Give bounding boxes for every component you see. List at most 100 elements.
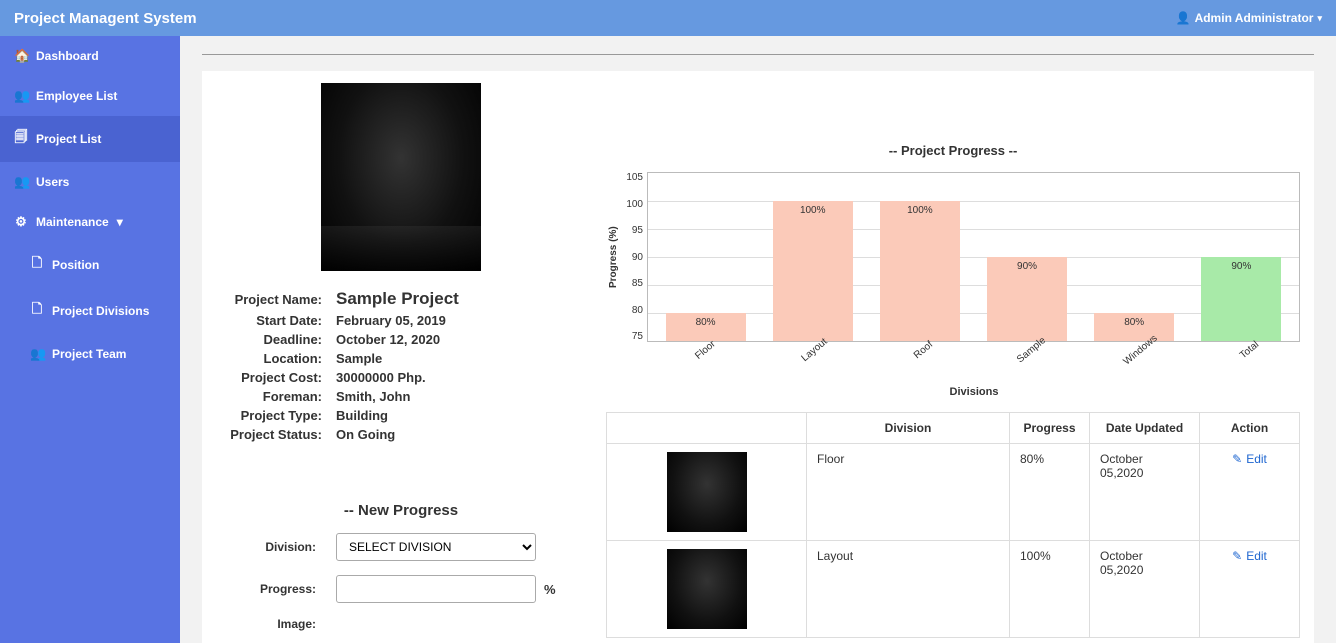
table-cell-date: October 05,2020 <box>1090 541 1200 638</box>
chart-title: -- Project Progress -- <box>606 143 1300 158</box>
progress-input[interactable] <box>336 575 536 603</box>
foreman-value: Smith, John <box>336 389 410 404</box>
users-icon: 👥 <box>14 88 28 104</box>
project-type-value: Building <box>336 408 388 423</box>
users-icon: 👥 <box>14 174 28 190</box>
chart-y-tick: 80 <box>621 305 643 316</box>
table-cell-division: Floor <box>807 444 1010 541</box>
progress-table: Division Progress Date Updated Action Fl… <box>606 412 1300 638</box>
table-cell-division: Layout <box>807 541 1010 638</box>
table-row: Layout100%October 05,2020✎Edit <box>607 541 1300 638</box>
chart-y-tick: 75 <box>621 331 643 342</box>
sidebar-item-label: Maintenance <box>36 215 109 229</box>
table-cell-image <box>607 444 807 541</box>
sidebar-sub-project-team[interactable]: 👥 Project Team <box>0 334 180 374</box>
table-cell-action: ✎ Edit <box>1200 541 1300 638</box>
progress-panel: -- Project Progress -- Progress (%) 1051… <box>606 83 1300 638</box>
table-cell-action: ✎ Edit <box>1200 444 1300 541</box>
project-card: Project Name: Sample Project Start Date:… <box>202 71 1314 643</box>
project-info-panel: Project Name: Sample Project Start Date:… <box>216 83 586 643</box>
deadline-value: October 12, 2020 <box>336 332 440 347</box>
edit-label: Edit <box>1246 452 1267 466</box>
table-header-date: Date Updated <box>1090 413 1200 444</box>
table-header-action: Action <box>1200 413 1300 444</box>
table-cell-image <box>607 541 807 638</box>
file-icon: 🗋 <box>30 300 44 322</box>
sidebar-item-employee-list[interactable]: 👥 Employee List <box>0 76 180 116</box>
chart-y-tick: 85 <box>621 278 643 289</box>
sidebar-item-label: Project Divisions <box>52 304 149 318</box>
chart-y-tick: 90 <box>621 252 643 263</box>
division-thumbnail <box>667 452 747 532</box>
progress-label: Progress: <box>216 582 336 596</box>
main-content: Project Name: Sample Project Start Date:… <box>180 36 1336 643</box>
project-image <box>321 83 481 271</box>
copy-icon: 🗐 <box>14 128 28 150</box>
caret-down-icon: ▾ <box>1317 13 1322 24</box>
start-date-label: Start Date: <box>216 313 336 328</box>
chart: Progress (%) 1051009590858075 80%100%100… <box>606 172 1300 342</box>
brand-title: Project Managent System <box>14 10 197 27</box>
table-header-progress: Progress <box>1010 413 1090 444</box>
sidebar-item-label: Project List <box>36 132 101 146</box>
project-name-label: Project Name: <box>216 292 336 307</box>
chart-y-ticks: 105 100 95 90 85 80 75 <box>621 172 647 342</box>
sidebar-item-label: Employee List <box>36 89 117 103</box>
project-cost-label: Project Cost: <box>216 370 336 385</box>
chart-bar-label: 90% <box>1201 261 1281 272</box>
chart-bar-label: 100% <box>773 205 853 216</box>
location-label: Location: <box>216 351 336 366</box>
pencil-icon: ✎ <box>1232 549 1242 563</box>
sidebar-sub-position[interactable]: 🗋 Position <box>0 242 180 288</box>
division-select[interactable]: SELECT DIVISION <box>336 533 536 561</box>
deadline-label: Deadline: <box>216 332 336 347</box>
chart-y-tick: 100 <box>621 199 643 210</box>
sidebar-item-users[interactable]: 👥 Users <box>0 162 180 202</box>
sidebar-item-label: Users <box>36 175 69 189</box>
chevron-down-icon: ▾ <box>117 215 123 229</box>
user-icon: 👤 <box>1176 11 1191 25</box>
table-header-division: Division <box>807 413 1010 444</box>
sidebar-item-label: Project Team <box>52 347 126 361</box>
chart-bar-label: 100% <box>880 205 960 216</box>
sidebar-sub-project-divisions[interactable]: 🗋 Project Divisions <box>0 288 180 334</box>
table-cell-progress: 80% <box>1010 444 1090 541</box>
chart-y-axis-label: Progress (%) <box>606 172 621 342</box>
chart-y-tick: 105 <box>621 172 643 183</box>
user-menu[interactable]: 👤 Admin Administrator ▾ <box>1176 11 1322 25</box>
divider <box>202 54 1314 55</box>
edit-link[interactable]: ✎ Edit <box>1232 452 1267 466</box>
sidebar: 🏠 Dashboard 👥 Employee List 🗐 Project Li… <box>0 36 180 643</box>
table-row: Floor80%October 05,2020 ✎ Edit <box>607 444 1300 541</box>
new-progress-title: -- New Progress <box>216 502 586 519</box>
file-icon: 🗋 <box>30 254 44 276</box>
users-icon: 👥 <box>30 346 44 362</box>
location-value: Sample <box>336 351 382 366</box>
user-name: Admin Administrator <box>1195 11 1314 25</box>
table-cell-date: October 05,2020 <box>1090 444 1200 541</box>
gears-icon: ⚙ <box>14 214 28 230</box>
dashboard-icon: 🏠 <box>14 48 28 64</box>
sidebar-item-label: Dashboard <box>36 49 99 63</box>
edit-link[interactable]: ✎ Edit <box>1232 549 1267 563</box>
edit-label: Edit <box>1246 549 1267 563</box>
sidebar-item-dashboard[interactable]: 🏠 Dashboard <box>0 36 180 76</box>
progress-unit: % <box>544 582 556 597</box>
chart-bar-label: 90% <box>987 261 1067 272</box>
image-label: Image: <box>216 617 336 631</box>
table-header-img <box>607 413 807 444</box>
sidebar-item-maintenance[interactable]: ⚙ Maintenance ▾ <box>0 202 180 242</box>
project-type-label: Project Type: <box>216 408 336 423</box>
sidebar-item-project-list[interactable]: 🗐 Project List <box>0 116 180 162</box>
chart-plot-area: 80%100%100%90%80%90% <box>647 172 1300 342</box>
topbar: Project Managent System 👤 Admin Administ… <box>0 0 1336 36</box>
pencil-icon: ✎ <box>1232 452 1242 466</box>
project-status-label: Project Status: <box>216 427 336 442</box>
project-cost-value: 30000000 Php. <box>336 370 426 385</box>
chart-y-tick: 95 <box>621 225 643 236</box>
chart-bar: 100% <box>880 201 960 341</box>
division-thumbnail <box>667 549 747 629</box>
chart-x-axis-label: Divisions <box>648 386 1300 398</box>
start-date-value: February 05, 2019 <box>336 313 446 328</box>
division-label: Division: <box>216 540 336 554</box>
